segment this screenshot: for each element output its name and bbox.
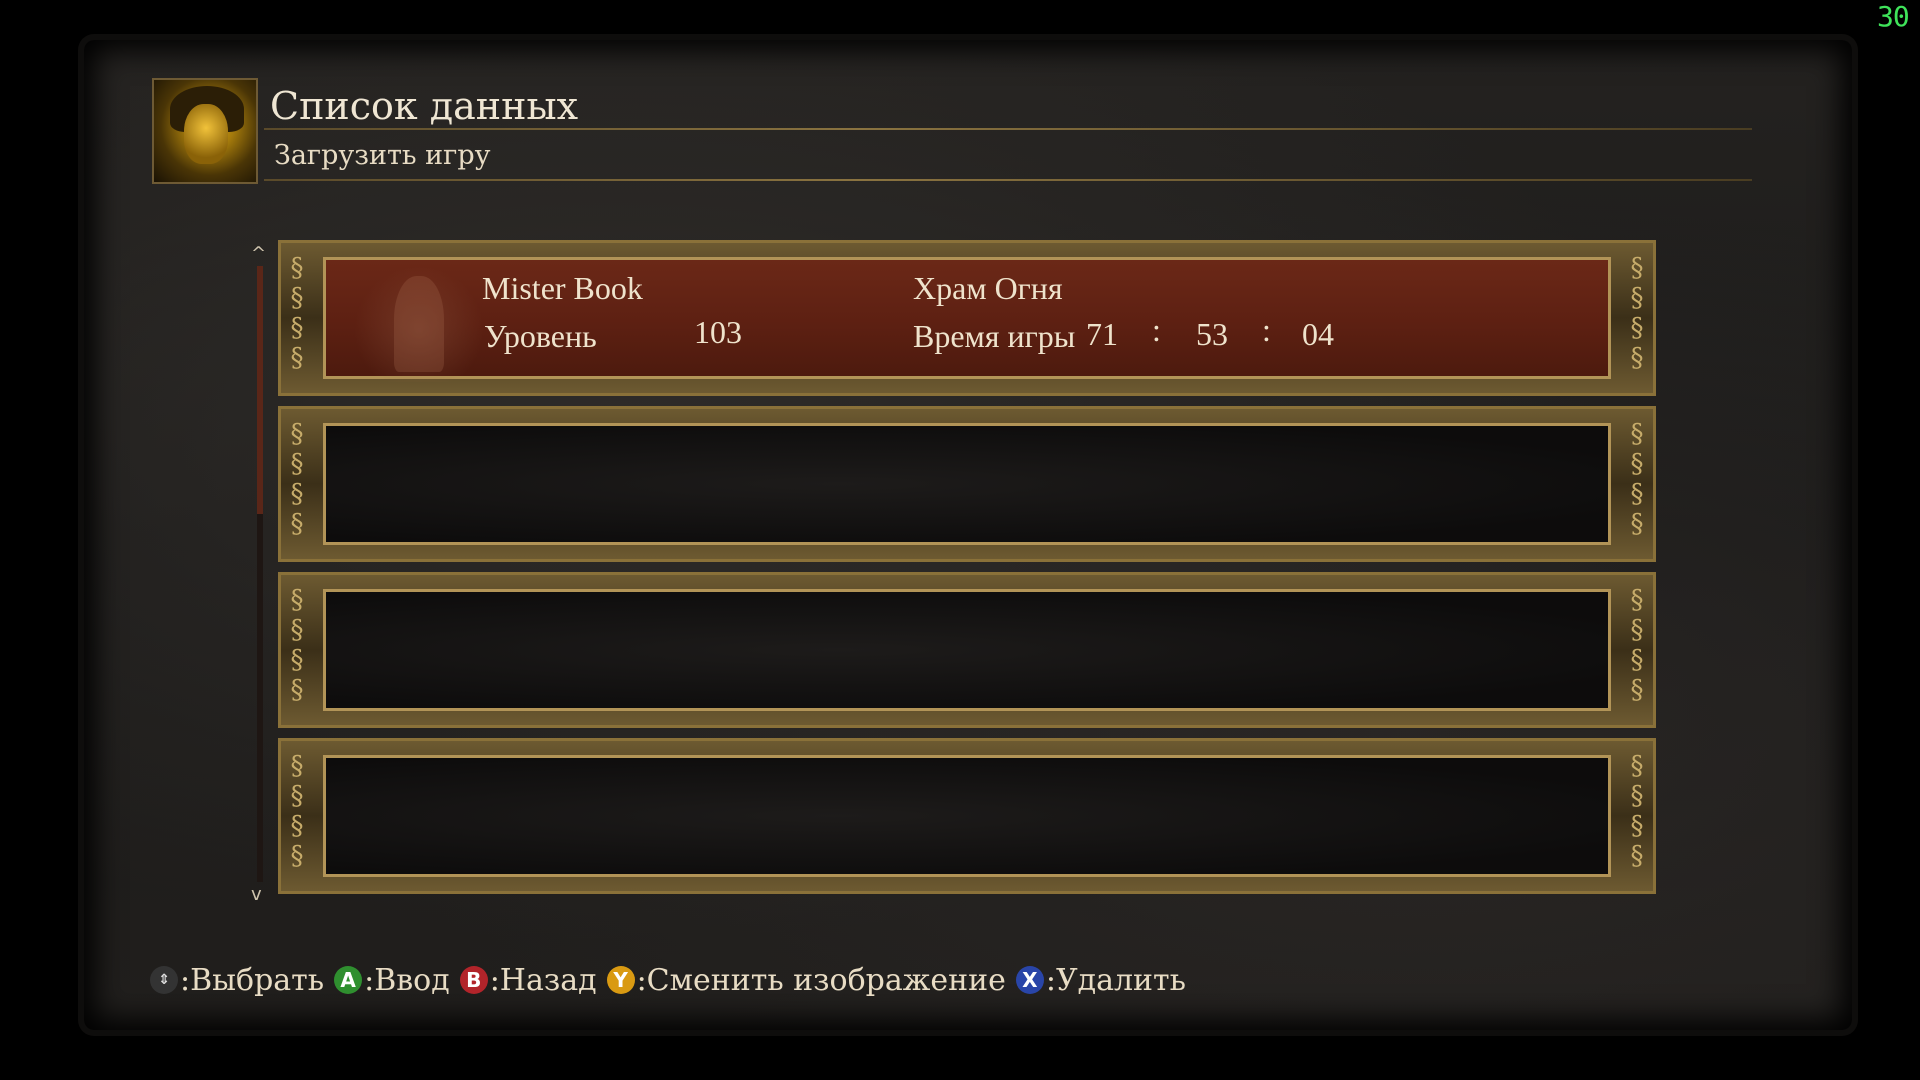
scroll-down-arrow-icon[interactable]: v [251,884,262,905]
playtime-hours: 71 [1086,316,1118,352]
hint-label: :Выбрать [180,962,325,998]
page-title: Список данных [270,84,579,128]
save-slot-content [323,423,1611,545]
location-name: Храм Огня [913,270,1063,306]
playtime-separator: : [1262,312,1271,348]
y-button-icon: Y [606,966,635,994]
character-name: Mister Book [482,270,643,306]
character-silhouette-icon [354,266,484,382]
playtime-label: Время игры [913,318,1076,354]
hint-label: :Ввод [364,962,450,998]
ornament-icon: § § § § [1630,751,1644,871]
hint-back: B :Назад [459,962,597,998]
save-slot-content [323,589,1611,711]
hint-delete: X :Удалить [1015,962,1186,998]
level-label: Уровень [484,318,597,354]
hint-label: :Назад [489,962,597,998]
playtime-separator: : [1152,312,1161,348]
b-button-icon: B [459,966,488,994]
dpad-icon: ⇕ [150,966,178,994]
save-slot-empty[interactable]: § § § § § § § § [278,572,1656,728]
a-button-icon: A [334,966,363,994]
save-slot-empty[interactable]: § § § § § § § § [278,738,1656,894]
silhouette-figure [394,276,444,372]
scrollbar-thumb[interactable] [257,266,263,514]
portrait-face [184,104,228,164]
button-hints-bar: ⇕ :Выбрать A :Ввод B :Назад Y :Сменить и… [150,958,1196,1002]
hint-label: :Удалить [1045,962,1186,998]
header-divider [264,128,1752,130]
header-divider [264,179,1752,181]
ornament-icon: § § § § [1630,419,1644,539]
save-slot[interactable]: § § § § § § § § Mister Book Храм Огня Уровень … [278,240,1656,396]
save-slot-list: § § § § § § § § Mister Book Храм Огня Уровень … [278,240,1656,904]
scroll-up-arrow-icon[interactable]: ^ [251,243,266,264]
ornament-icon: § § § § [1630,585,1644,705]
hint-change-image: Y :Сменить изображение [606,962,1006,998]
playtime-minutes: 53 [1196,316,1228,352]
save-slot-content: Mister Book Храм Огня Уровень 103 Время … [323,257,1611,382]
save-slot-content [323,755,1611,877]
level-value: 103 [694,314,742,350]
ornament-icon: § § § § [290,585,304,705]
x-button-icon: X [1015,966,1044,994]
character-portrait [152,78,258,184]
hint-confirm: A :Ввод [334,963,450,998]
page-subtitle: Загрузить игру [274,140,491,171]
save-slot-empty[interactable]: § § § § § § § § [278,406,1656,562]
ornament-icon: § § § § [290,419,304,539]
hint-select: ⇕ :Выбрать [150,963,324,998]
ornament-icon: § § § § [290,751,304,871]
ornament-icon: § § § § [1630,253,1644,373]
menu-header: Список данных Загрузить игру [152,78,1752,190]
ornament-icon: § § § § [290,253,304,373]
playtime-seconds: 04 [1302,316,1334,352]
hint-label: :Сменить изображение [636,962,1006,998]
fps-counter: 30 [1877,0,1910,33]
